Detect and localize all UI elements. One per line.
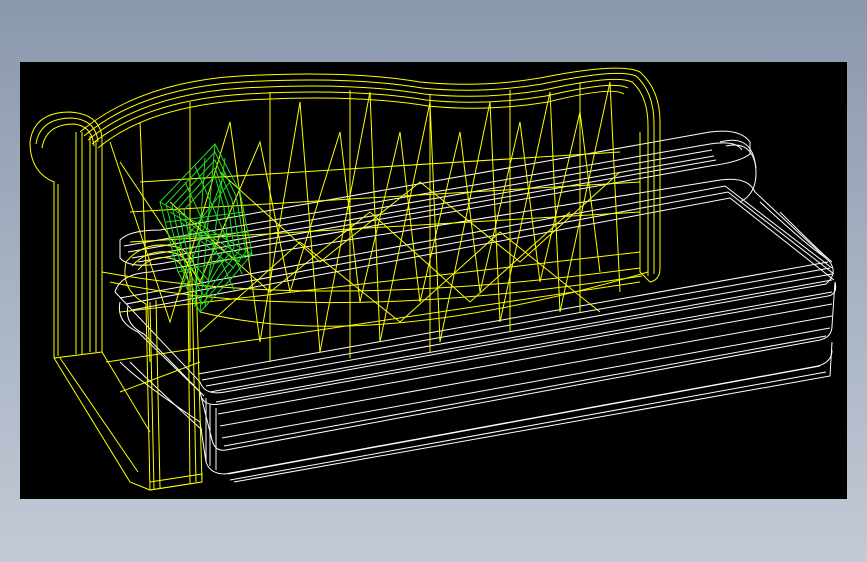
cad-viewport[interactable] <box>20 62 847 499</box>
wireframe-scene <box>29 67 837 491</box>
